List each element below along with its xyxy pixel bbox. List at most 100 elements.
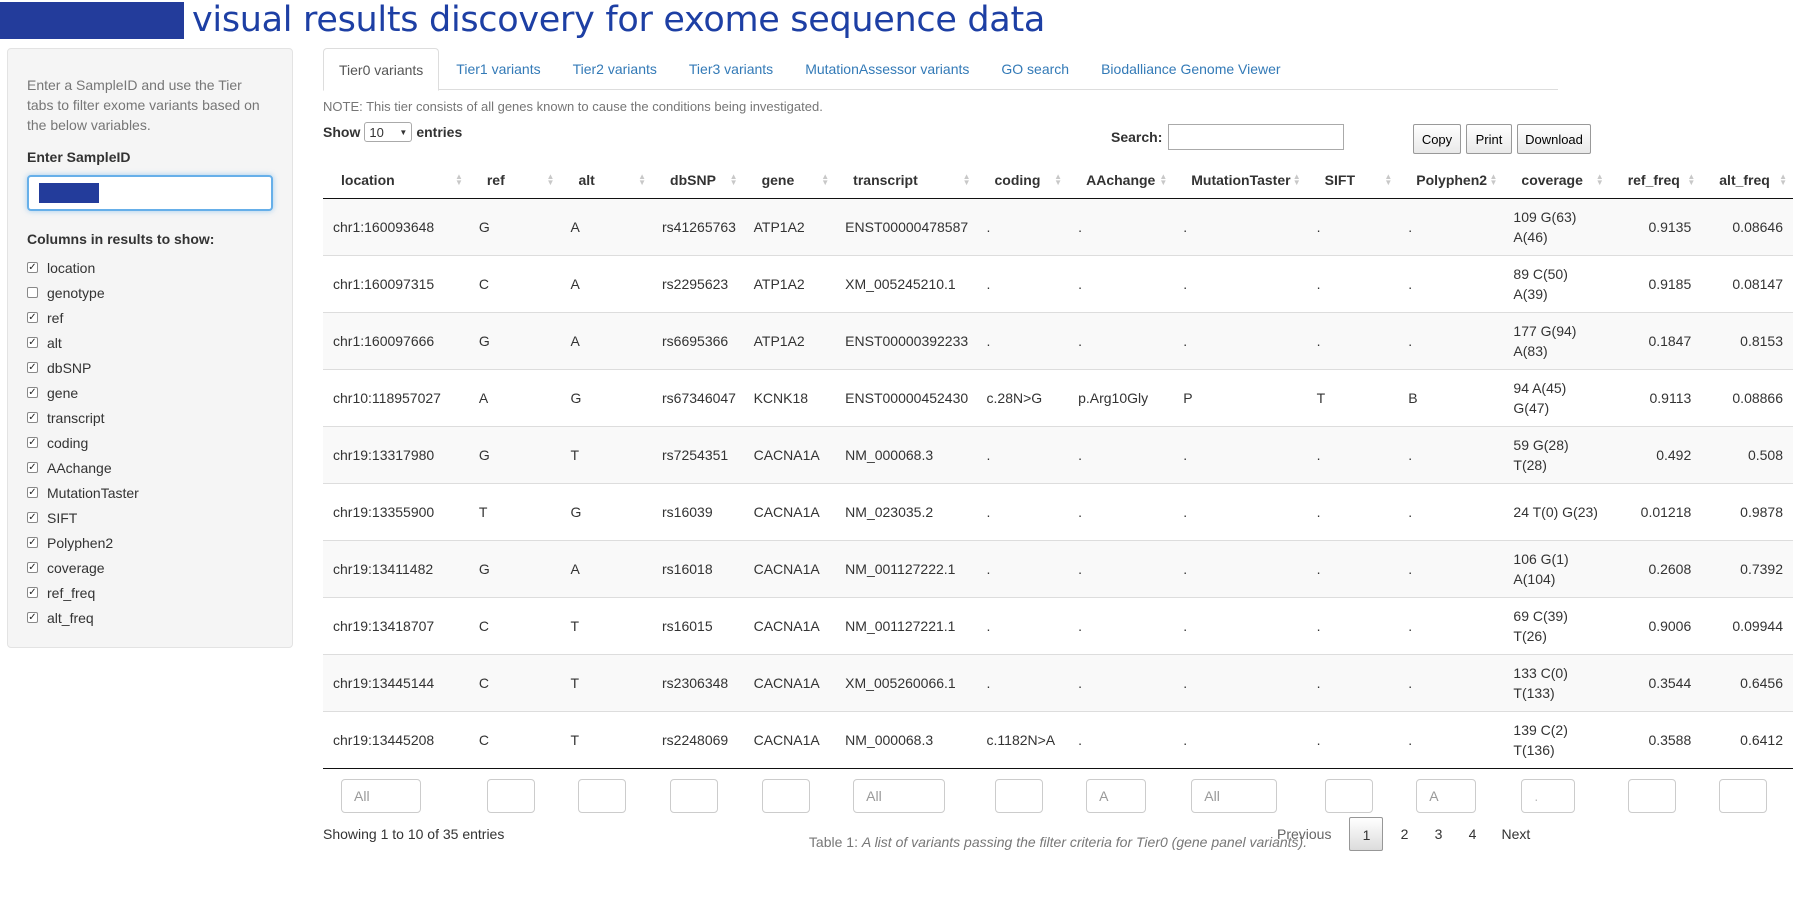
column-option-polyphen2[interactable]: ✓ Polyphen2 (27, 530, 273, 555)
column-option-transcript[interactable]: ✓ transcript (27, 405, 273, 430)
filter-input-location[interactable]: All (341, 779, 421, 814)
app-header: visual results discovery for exome seque… (0, 0, 1045, 40)
column-option-genotype[interactable]: genotype (27, 280, 273, 305)
column-option-mutationtaster[interactable]: ✓ MutationTaster (27, 480, 273, 505)
column-option-ref[interactable]: ✓ ref (27, 305, 273, 330)
filter-input-polyphen2[interactable]: A (1416, 779, 1477, 814)
sort-icon: ▲ ▼ (454, 172, 463, 187)
sample-id-label: Enter SampleID (27, 149, 131, 165)
print-button[interactable]: Print (1466, 124, 1512, 154)
tab-go-search[interactable]: GO search (986, 48, 1084, 90)
column-header-ref[interactable]: ref ▲ ▼ (468, 162, 561, 199)
checkbox-checked[interactable]: ✓ (27, 612, 38, 623)
checkbox-checked[interactable]: ✓ (27, 412, 38, 423)
tab-tier3-variants[interactable]: Tier3 variants (674, 48, 788, 90)
checkbox-checked[interactable]: ✓ (27, 362, 38, 373)
checkbox-checked[interactable]: ✓ (27, 262, 38, 273)
cell-alt-freq: 0.508 (1701, 425, 1793, 483)
search-input[interactable] (1168, 124, 1345, 150)
download-button[interactable]: Download (1517, 124, 1591, 154)
filter-input-alt-freq[interactable] (1719, 779, 1768, 814)
column-option-sift[interactable]: ✓ SIFT (27, 505, 273, 530)
checkbox-checked[interactable]: ✓ (27, 312, 38, 323)
cell-ref: C (468, 254, 561, 312)
cell-transcript: ENST00000452430 (835, 368, 977, 426)
column-header-label: Polyphen2 (1416, 171, 1488, 188)
column-option-gene[interactable]: ✓ gene (27, 380, 273, 405)
checkbox-checked[interactable]: ✓ (27, 337, 38, 348)
cell-dbsnp: rs7254351 (652, 425, 744, 483)
cell-mutationtaster: . (1173, 254, 1307, 312)
pagination-page-1[interactable]: 1 (1349, 817, 1384, 851)
column-header-mutationtaster[interactable]: MutationTaster ▲ ▼ (1173, 162, 1307, 199)
tab-mutationassessor-variants[interactable]: MutationAssessor variants (790, 48, 984, 90)
filter-input-mutationtaster[interactable]: All (1191, 779, 1278, 814)
page-length-select[interactable]: 10 ▼ (364, 122, 413, 142)
cell-alt-freq: 0.6456 (1701, 653, 1793, 711)
cell-ref: C (468, 710, 561, 768)
column-header-coverage[interactable]: coverage ▲ ▼ (1503, 162, 1610, 199)
cell-alt-freq: 0.8153 (1701, 311, 1793, 369)
column-header-sift[interactable]: SIFT ▲ ▼ (1306, 162, 1399, 199)
column-header-alt[interactable]: alt ▲ ▼ (560, 162, 653, 199)
pagination-page-3[interactable]: 3 (1421, 817, 1455, 851)
filter-input-coding[interactable] (994, 779, 1043, 814)
pagination-page-4[interactable]: 4 (1455, 817, 1489, 851)
filter-input-gene[interactable] (761, 779, 810, 814)
column-option-aachange[interactable]: ✓ AAchange (27, 455, 273, 480)
column-option-alt_freq[interactable]: ✓ alt_freq (27, 605, 273, 630)
tab-tier1-variants[interactable]: Tier1 variants (441, 48, 555, 90)
cell-coverage: 24 T(0) G(23) (1503, 482, 1610, 540)
checkbox-unchecked[interactable] (27, 287, 38, 298)
filter-input-transcript[interactable]: All (853, 779, 946, 814)
tab-tier2-variants[interactable]: Tier2 variants (558, 48, 672, 90)
column-header-alt_freq[interactable]: alt_freq ▲ ▼ (1701, 162, 1793, 199)
column-option-alt[interactable]: ✓ alt (27, 330, 273, 355)
checkbox-checked[interactable]: ✓ (27, 562, 38, 573)
cell-sift: . (1306, 596, 1399, 654)
cell-sift: . (1306, 254, 1399, 312)
pagination-page-2[interactable]: 2 (1387, 817, 1421, 851)
column-header-ref_freq[interactable]: ref_freq ▲ ▼ (1609, 162, 1702, 199)
cell-polyphen2: B (1398, 368, 1504, 426)
filter-input-coverage[interactable]: . (1521, 779, 1576, 814)
column-option-coverage[interactable]: ✓ coverage (27, 555, 273, 580)
filter-input-ref-freq[interactable] (1627, 779, 1676, 814)
column-header-label: gene (761, 171, 795, 188)
column-option-label: coding (47, 434, 89, 451)
checkbox-checked[interactable]: ✓ (27, 437, 38, 448)
column-filter-row: All All A All A. (323, 767, 1793, 824)
column-option-dbsnp[interactable]: ✓ dbSNP (27, 355, 273, 380)
checkbox-checked[interactable]: ✓ (27, 462, 38, 473)
column-header-coding[interactable]: coding ▲ ▼ (976, 162, 1069, 199)
checkbox-checked[interactable]: ✓ (27, 387, 38, 398)
checkbox-checked[interactable]: ✓ (27, 487, 38, 498)
filter-input-ref[interactable] (486, 779, 535, 814)
copy-button[interactable]: Copy (1413, 124, 1461, 154)
sort-icon: ▲ ▼ (1779, 172, 1787, 187)
filter-input-alt[interactable] (578, 779, 627, 814)
column-header-dbsnp[interactable]: dbSNP ▲ ▼ (652, 162, 744, 199)
filter-cell: A (1398, 767, 1504, 824)
checkbox-checked[interactable]: ✓ (27, 512, 38, 523)
column-header-gene[interactable]: gene ▲ ▼ (743, 162, 836, 199)
column-header-polyphen2[interactable]: Polyphen2 ▲ ▼ (1398, 162, 1504, 199)
cell-ref-freq: 0.2608 (1609, 539, 1702, 597)
filter-input-aachange[interactable]: A (1086, 779, 1147, 814)
sample-id-input[interactable] (27, 175, 273, 211)
column-option-label: alt (47, 334, 62, 351)
filter-input-sift[interactable] (1324, 779, 1373, 814)
column-option-coding[interactable]: ✓ coding (27, 430, 273, 455)
filter-input-dbsnp[interactable] (670, 779, 719, 814)
tab-tier0-variants[interactable]: Tier0 variants (323, 48, 440, 91)
column-option-ref_freq[interactable]: ✓ ref_freq (27, 580, 273, 605)
checkbox-checked[interactable]: ✓ (27, 587, 38, 598)
pagination-next[interactable]: Next (1489, 817, 1542, 851)
checkbox-checked[interactable]: ✓ (27, 537, 38, 548)
column-header-location[interactable]: location ▲ ▼ (323, 162, 469, 199)
pagination-previous[interactable]: Previous (1263, 817, 1345, 851)
tab-biodalliance-genome-viewer[interactable]: Biodalliance Genome Viewer (1086, 48, 1296, 90)
column-header-transcript[interactable]: transcript ▲ ▼ (835, 162, 977, 199)
column-header-aachange[interactable]: AAchange ▲ ▼ (1068, 162, 1174, 199)
column-option-location[interactable]: ✓ location (27, 255, 273, 280)
